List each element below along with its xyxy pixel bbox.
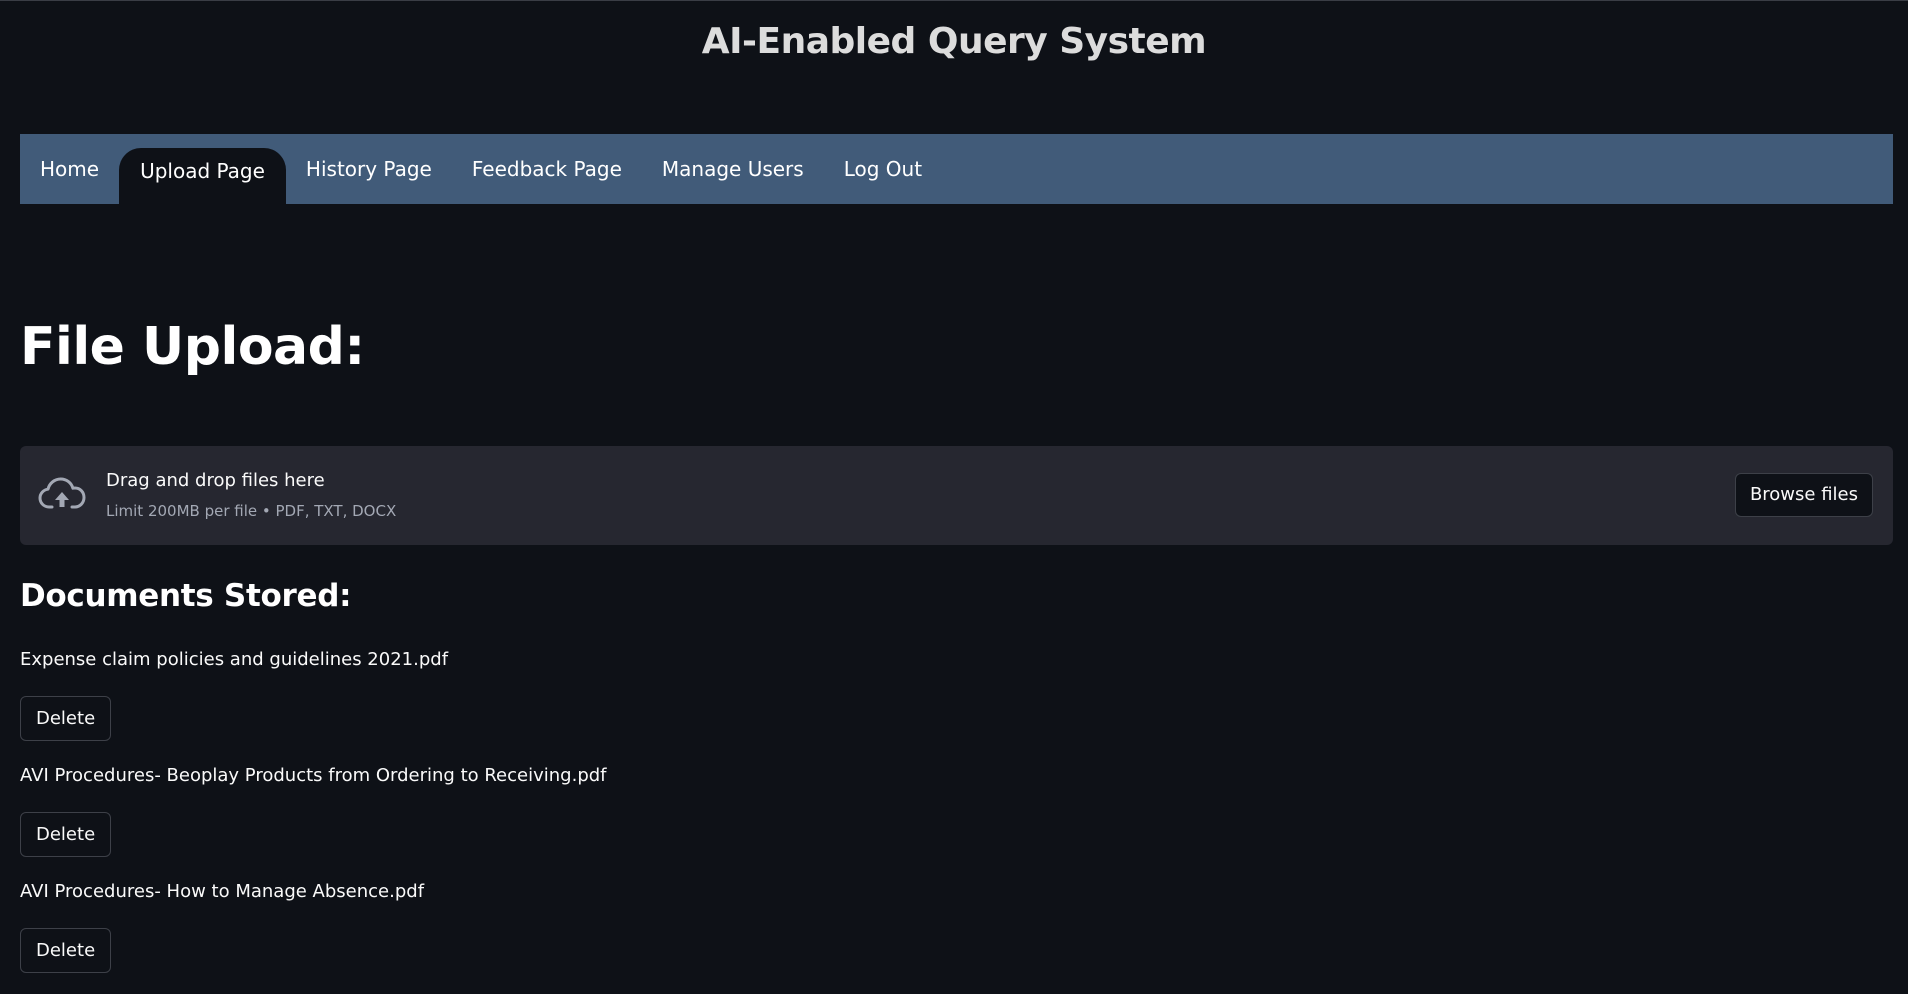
nav-item-feedback-page[interactable]: Feedback Page xyxy=(452,134,642,204)
browse-files-button[interactable]: Browse files xyxy=(1734,473,1873,517)
delete-button[interactable]: Delete xyxy=(20,696,112,741)
document-name: Expense claim policies and guidelines 20… xyxy=(20,649,449,670)
dropzone-limit-text: Limit 200MB per file • PDF, TXT, DOCX xyxy=(106,502,397,520)
delete-button[interactable]: Delete xyxy=(20,928,112,973)
app-title: AI-Enabled Query System xyxy=(701,21,1207,62)
file-dropzone[interactable]: Drag and drop files here Limit 200MB per… xyxy=(20,446,1893,545)
nav-item-home[interactable]: Home xyxy=(20,134,119,204)
navbar: Home Upload Page History Page Feedback P… xyxy=(20,134,1893,204)
nav-item-upload-page[interactable]: Upload Page xyxy=(119,148,286,204)
documents-heading: Documents Stored: xyxy=(20,578,352,614)
dropzone-title: Drag and drop files here xyxy=(106,470,325,491)
list-item: AVI Procedures- Beoplay Products from Or… xyxy=(20,762,1020,878)
nav-item-log-out[interactable]: Log Out xyxy=(824,134,942,204)
page-title: File Upload: xyxy=(20,317,365,377)
document-name: AVI Procedures- Beoplay Products from Or… xyxy=(20,765,607,786)
list-item: Expense claim policies and guidelines 20… xyxy=(20,646,1020,762)
nav-item-history-page[interactable]: History Page xyxy=(286,134,452,204)
cloud-upload-icon xyxy=(38,474,86,514)
document-list: Expense claim policies and guidelines 20… xyxy=(20,646,1020,994)
document-name: AVI Procedures- How to Manage Absence.pd… xyxy=(20,881,425,902)
list-item: AVI Procedures- How to Manage Absence.pd… xyxy=(20,878,1020,994)
delete-button[interactable]: Delete xyxy=(20,812,112,857)
nav-item-manage-users[interactable]: Manage Users xyxy=(642,134,824,204)
